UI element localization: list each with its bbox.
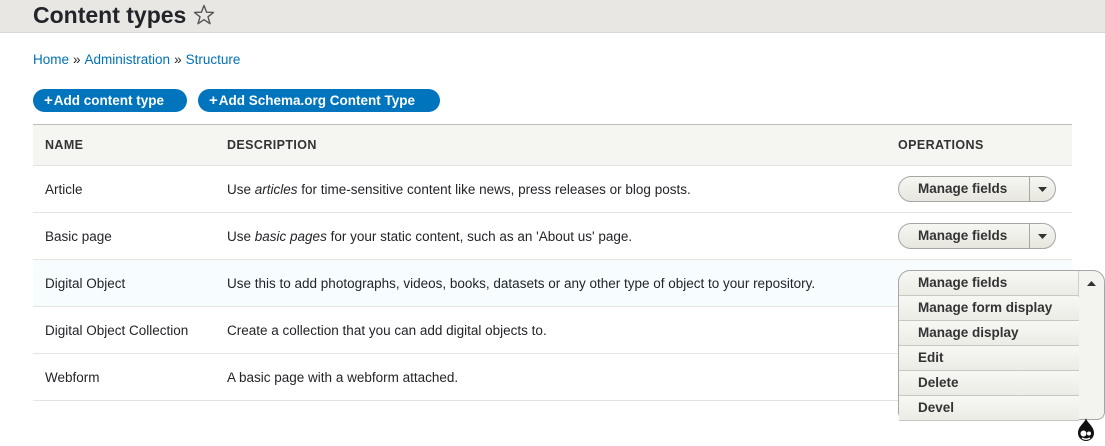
dropdown-item-devel[interactable]: Devel <box>899 396 1079 421</box>
breadcrumb-separator: » <box>174 52 182 67</box>
content-type-description: A basic page with a webform attached. <box>215 353 886 401</box>
breadcrumb: Home» Administration» Structure <box>33 51 240 69</box>
content-type-description: Create a collection that you can add dig… <box>215 306 886 354</box>
dropdown-item-manage-fields[interactable]: Manage fields <box>899 271 1079 296</box>
add-content-type-label: Add content type <box>53 93 165 108</box>
content-type-name: Digital Object Collection <box>33 306 215 354</box>
drupal-drop-icon[interactable] <box>1073 417 1099 443</box>
breadcrumb-administration[interactable]: Administration <box>85 52 171 67</box>
content-type-name: Article <box>33 165 215 213</box>
breadcrumb-separator: » <box>73 52 81 67</box>
breadcrumb-structure[interactable]: Structure <box>186 52 241 67</box>
desc-emphasis: basic pages <box>254 228 327 244</box>
manage-fields-link[interactable]: Manage fields <box>918 177 1007 201</box>
content-type-description: Use basic pages for your static content,… <box>215 212 886 260</box>
dropbutton-toggle[interactable] <box>1029 177 1055 201</box>
content-type-description: Use articles for time-sensitive content … <box>215 165 886 213</box>
add-schema-content-type-button[interactable]: +Add Schema.org Content Type <box>198 89 440 112</box>
content-type-description: Use this to add photographs, videos, boo… <box>215 259 886 307</box>
table-row: Basic page Use basic pages for your stat… <box>33 212 1072 260</box>
dropdown-item-delete[interactable]: Delete <box>899 371 1079 396</box>
star-icon[interactable] <box>192 3 216 27</box>
operations-cell: Manage fields <box>886 165 1072 213</box>
plus-icon: + <box>44 92 53 109</box>
dropdown-item-manage-form-display[interactable]: Manage form display <box>899 296 1079 321</box>
desc-emphasis: articles <box>254 181 298 197</box>
table-header-row: Name Description Operations <box>33 124 1072 166</box>
chevron-down-icon <box>1038 187 1047 192</box>
operations-cell: Manage fields <box>886 212 1072 260</box>
content-type-name: Webform <box>33 353 215 401</box>
dropdown-item-manage-display[interactable]: Manage display <box>899 321 1079 346</box>
desc-text: Use <box>227 181 255 197</box>
plus-icon: + <box>209 92 218 109</box>
breadcrumb-home[interactable]: Home <box>33 52 69 67</box>
dropbutton-toggle[interactable] <box>1029 224 1055 248</box>
operations-dropdown-open: Manage fields Manage form display Manage… <box>898 270 1105 421</box>
content-type-name: Basic page <box>33 212 215 260</box>
desc-text: for time-sensitive content like news, pr… <box>297 181 691 197</box>
desc-text: for your static content, such as an 'Abo… <box>326 228 633 244</box>
add-content-type-button[interactable]: +Add content type <box>33 89 187 112</box>
operations-dropbutton: Manage fields <box>898 223 1056 249</box>
page-title: Content types <box>33 2 187 28</box>
desc-text: Use <box>227 228 255 244</box>
add-schema-content-type-label: Add Schema.org Content Type <box>218 93 416 108</box>
chevron-up-icon <box>1087 281 1096 286</box>
table-row: Article Use articles for time-sensitive … <box>33 165 1072 213</box>
manage-fields-link[interactable]: Manage fields <box>918 224 1007 248</box>
column-header-description: Description <box>215 124 886 166</box>
content-type-name: Digital Object <box>33 259 215 307</box>
dropdown-item-edit[interactable]: Edit <box>899 346 1079 371</box>
page-header: Content types <box>0 0 1105 33</box>
column-header-name[interactable]: Name <box>33 124 215 166</box>
column-header-operations: Operations <box>886 124 1072 166</box>
dropbutton-toggle[interactable] <box>1078 271 1104 297</box>
chevron-down-icon <box>1038 234 1047 239</box>
operations-dropbutton: Manage fields <box>898 176 1056 202</box>
